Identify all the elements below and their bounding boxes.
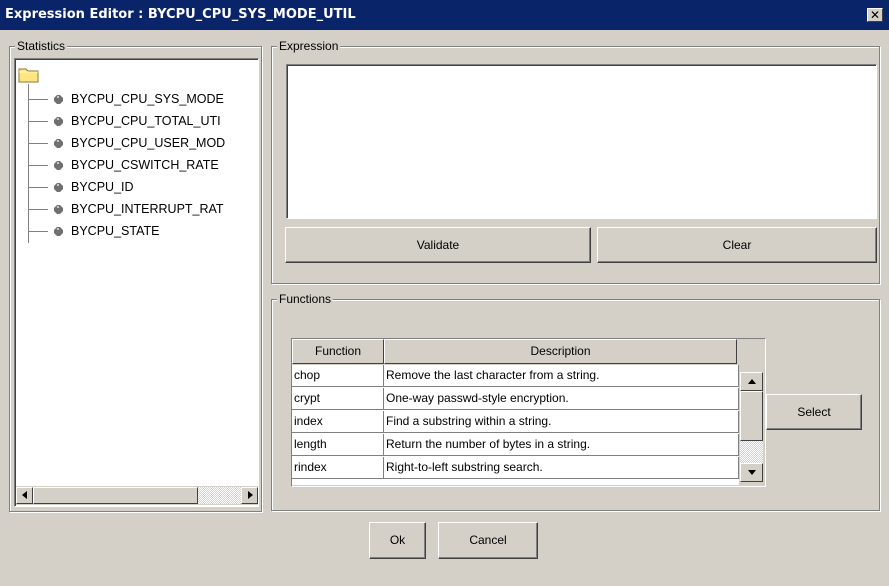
table-row[interactable]: length Return the number of bytes in a st… (292, 434, 739, 456)
tree-item[interactable]: BYCPU_ID (18, 177, 253, 199)
statistics-legend: Statistics (15, 39, 68, 53)
tree-branch (28, 231, 48, 232)
arrow-left-icon (22, 491, 27, 499)
statistic-icon (54, 205, 63, 214)
tree-branch (28, 99, 48, 100)
scroll-up-button[interactable] (740, 372, 763, 391)
tree-item-label: BYCPU_CPU_SYS_MODE (71, 92, 224, 106)
arrow-down-icon (748, 470, 756, 475)
select-button[interactable]: Select (766, 394, 862, 430)
function-description-cell: Right-to-left substring search. (384, 457, 739, 479)
tree-item[interactable]: BYCPU_CSWITCH_RATE (18, 155, 253, 177)
statistic-icon (54, 139, 63, 148)
ok-label: Ok (389, 533, 406, 547)
function-description-cell: One-way passwd-style encryption. (384, 388, 739, 410)
function-description-cell: Find a substring within a string. (384, 411, 739, 433)
tree-branch (28, 187, 48, 188)
tree-branch (28, 143, 48, 144)
table-row[interactable]: index Find a substring within a string. (292, 411, 739, 433)
tree-item-label: BYCPU_INTERRUPT_RAT (71, 202, 224, 216)
tree-items: BYCPU_CPU_SYS_MODE BYCPU_CPU_TOTAL_UTI BYC… (18, 89, 258, 259)
scroll-track[interactable] (740, 441, 763, 463)
tree-item-label: BYCPU_ID (71, 180, 134, 194)
functions-table: Function Description chop Remove the last… (291, 338, 766, 487)
tree-item-label: BYCPU_CPU_TOTAL_UTI (71, 114, 221, 128)
statistic-icon (54, 117, 63, 126)
statistic-icon (54, 161, 63, 170)
column-header-function[interactable]: Function (292, 339, 384, 364)
select-label: Select (797, 405, 831, 419)
arrow-up-icon (748, 379, 756, 384)
arrow-right-icon (248, 491, 253, 499)
functions-legend: Functions (277, 292, 334, 306)
function-name-cell: rindex (292, 457, 384, 479)
tree-branch (28, 165, 48, 166)
table-row[interactable]: crypt One-way passwd-style encryption. (292, 388, 739, 410)
function-name-cell: crypt (292, 388, 384, 410)
expression-legend: Expression (277, 39, 341, 53)
table-body: chop Remove the last character from a str… (292, 365, 739, 485)
tree-item[interactable]: BYCPU_CPU_SYS_MODE (18, 89, 253, 111)
tree-item-label: BYCPU_STATE (71, 224, 160, 238)
cancel-button[interactable]: Cancel (438, 522, 538, 559)
cancel-label: Cancel (469, 533, 507, 547)
statistics-hscrollbar[interactable] (16, 486, 258, 505)
tree-branch (28, 209, 48, 210)
validate-button[interactable]: Validate (285, 227, 591, 263)
close-button[interactable]: ✕ (867, 8, 883, 22)
scroll-thumb[interactable] (740, 391, 763, 441)
tree-item[interactable]: BYCPU_INTERRUPT_RAT (18, 199, 253, 221)
folder-icon (18, 66, 40, 84)
statistic-icon (54, 183, 63, 192)
tree-item[interactable]: BYCPU_CPU_TOTAL_UTI (18, 111, 253, 133)
function-name-cell: length (292, 434, 384, 456)
tree-item-label: BYCPU_CPU_USER_MOD (71, 136, 226, 150)
scroll-right-button[interactable] (241, 487, 258, 504)
functions-vscrollbar[interactable] (739, 365, 765, 485)
expression-input[interactable] (286, 64, 877, 219)
function-description-cell: Remove the last character from a string. (384, 365, 739, 387)
scroll-track[interactable] (198, 487, 241, 504)
column-header-description[interactable]: Description (384, 339, 737, 364)
function-description-cell: Return the number of bytes in a string. (384, 434, 739, 456)
tree-item-label: BYCPU_CSWITCH_RATE (71, 158, 219, 172)
close-icon: ✕ (869, 8, 881, 22)
function-name-cell: chop (292, 365, 384, 387)
clear-button[interactable]: Clear (597, 227, 877, 263)
ok-button[interactable]: Ok (369, 522, 426, 559)
title-bar: Expression Editor : BYCPU_CPU_SYS_MODE_U… (0, 0, 889, 30)
statistics-tree[interactable]: BYCPU_CPU_SYS_MODE BYCPU_CPU_TOTAL_UTI BYC… (14, 58, 259, 507)
tree-branch (28, 121, 48, 122)
scroll-down-button[interactable] (740, 463, 763, 482)
table-rows: chop Remove the last character from a str… (292, 365, 739, 485)
clear-label: Clear (722, 238, 752, 252)
tree-item[interactable]: BYCPU_CPU_USER_MOD (18, 133, 253, 155)
scroll-thumb[interactable] (33, 487, 198, 504)
scroll-left-button[interactable] (16, 487, 33, 504)
table-row[interactable]: chop Remove the last character from a str… (292, 365, 739, 387)
function-name-cell: index (292, 411, 384, 433)
statistic-icon (54, 227, 63, 236)
window-title: Expression Editor : BYCPU_CPU_SYS_MODE_U… (5, 7, 356, 22)
validate-label: Validate (416, 238, 460, 252)
tree-item[interactable]: BYCPU_STATE (18, 221, 253, 243)
table-row[interactable]: rindex Right-to-left substring search. (292, 457, 739, 479)
statistic-icon (54, 95, 63, 104)
